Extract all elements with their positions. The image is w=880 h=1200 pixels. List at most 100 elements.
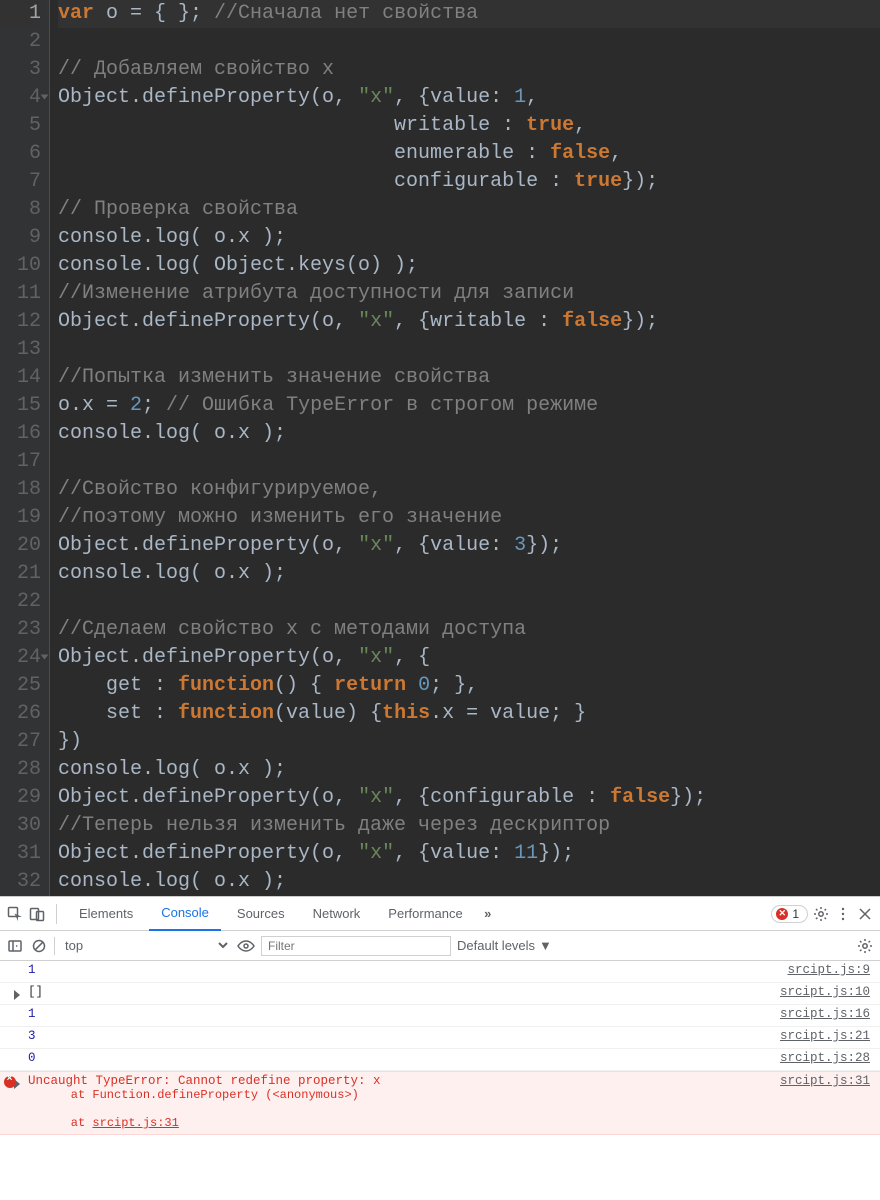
token-kw: var: [58, 2, 94, 25]
line-number: 29: [0, 784, 41, 812]
tab-network[interactable]: Network: [301, 897, 373, 931]
code-line[interactable]: enumerable : false,: [58, 140, 880, 168]
line-number: 15: [0, 392, 41, 420]
code-line[interactable]: //Сделаем свойство x с методами доступа: [58, 616, 880, 644]
code-line[interactable]: //поэтому можно изменить его значение: [58, 504, 880, 532]
device-toolbar-icon[interactable]: [28, 905, 46, 923]
code-area[interactable]: var o = { }; //Сначала нет свойства // До…: [50, 0, 880, 896]
code-line[interactable]: Object.defineProperty(o, "x", {value: 3}…: [58, 532, 880, 560]
line-number: 28: [0, 756, 41, 784]
error-count-badge[interactable]: ✕ 1: [771, 905, 808, 923]
code-line[interactable]: Object.defineProperty(o, "x", {writable …: [58, 308, 880, 336]
line-number: 8: [0, 196, 41, 224]
stack-trace-line: at Function.defineProperty (<anonymous>): [28, 1088, 780, 1102]
line-number: 11: [0, 280, 41, 308]
code-line[interactable]: //Свойство конфигурируемое,: [58, 476, 880, 504]
code-line[interactable]: [58, 28, 880, 56]
code-line[interactable]: writable : true,: [58, 112, 880, 140]
code-line[interactable]: var o = { }; //Сначала нет свойства: [58, 0, 880, 28]
console-log-entry[interactable]: 0srcipt.js:28: [0, 1049, 880, 1071]
code-line[interactable]: //Изменение атрибута доступности для зап…: [58, 280, 880, 308]
token-plain: console.log( o.x );: [58, 226, 286, 249]
code-line[interactable]: set : function(value) {this.x = value; }: [58, 700, 880, 728]
token-plain: set :: [58, 702, 178, 725]
log-levels-dropdown[interactable]: Default levels ▼: [457, 938, 552, 953]
code-line[interactable]: o.x = 2; // Ошибка TypeError в строгом р…: [58, 392, 880, 420]
token-str: "x": [358, 786, 394, 809]
token-this: this: [382, 702, 430, 725]
log-levels-label: Default levels: [457, 938, 535, 953]
console-log-entry[interactable]: []srcipt.js:10: [0, 983, 880, 1005]
chevron-down-icon: ▼: [539, 938, 552, 953]
token-num: 1: [514, 86, 526, 109]
code-line[interactable]: //Теперь нельзя изменить даже через деск…: [58, 812, 880, 840]
line-number: 7: [0, 168, 41, 196]
log-source-link[interactable]: srcipt.js:31: [780, 1074, 870, 1088]
code-line[interactable]: configurable : true});: [58, 168, 880, 196]
code-line[interactable]: // Добавляем свойство x: [58, 56, 880, 84]
code-line[interactable]: console.log( o.x );: [58, 868, 880, 896]
live-expression-eye-icon[interactable]: [237, 937, 255, 955]
line-number: 9: [0, 224, 41, 252]
log-source-link[interactable]: srcipt.js:9: [787, 963, 870, 977]
console-error-entry[interactable]: ×Uncaught TypeError: Cannot redefine pro…: [0, 1071, 880, 1135]
line-number: 27: [0, 728, 41, 756]
token-num: 11: [514, 842, 538, 865]
code-line[interactable]: console.log( o.x );: [58, 224, 880, 252]
token-plain: , {value:: [394, 534, 514, 557]
tab-sources[interactable]: Sources: [225, 897, 297, 931]
console-settings-gear-icon[interactable]: [856, 937, 874, 955]
code-line[interactable]: Object.defineProperty(o, "x", {value: 1,: [58, 84, 880, 112]
log-source-link[interactable]: srcipt.js:16: [780, 1007, 870, 1021]
tab-elements[interactable]: Elements: [67, 897, 145, 931]
code-line[interactable]: Object.defineProperty(o, "x", {configura…: [58, 784, 880, 812]
toggle-sidebar-icon[interactable]: [6, 937, 24, 955]
line-number: 24: [0, 644, 41, 672]
devtools-panel: Elements Console Sources Network Perform…: [0, 896, 880, 1200]
code-line[interactable]: [58, 336, 880, 364]
code-line[interactable]: }): [58, 728, 880, 756]
code-line[interactable]: get : function() { return 0; },: [58, 672, 880, 700]
code-line[interactable]: console.log( Object.keys(o) );: [58, 252, 880, 280]
more-tabs-icon[interactable]: »: [479, 905, 497, 923]
token-str: "x": [358, 86, 394, 109]
log-value: 1: [28, 963, 787, 977]
settings-gear-icon[interactable]: [812, 905, 830, 923]
log-source-link[interactable]: srcipt.js:10: [780, 985, 870, 999]
kebab-menu-icon[interactable]: [834, 905, 852, 923]
log-source-link[interactable]: srcipt.js:21: [780, 1029, 870, 1043]
token-plain: .x = value; }: [430, 702, 586, 725]
filter-input[interactable]: [261, 936, 451, 956]
close-devtools-icon[interactable]: [856, 905, 874, 923]
console-log-entry[interactable]: 3srcipt.js:21: [0, 1027, 880, 1049]
code-editor[interactable]: 1234567891011121314151617181920212223242…: [0, 0, 880, 896]
tab-performance[interactable]: Performance: [376, 897, 474, 931]
tab-console[interactable]: Console: [149, 897, 221, 931]
code-line[interactable]: console.log( o.x );: [58, 756, 880, 784]
console-log-entry[interactable]: 1srcipt.js:9: [0, 961, 880, 983]
console-log-entry[interactable]: 1srcipt.js:16: [0, 1005, 880, 1027]
token-plain: });: [538, 842, 574, 865]
code-line[interactable]: //Попытка изменить значение свойства: [58, 364, 880, 392]
code-line[interactable]: console.log( o.x );: [58, 560, 880, 588]
token-plain: console.log( o.x );: [58, 870, 286, 893]
code-line[interactable]: [58, 588, 880, 616]
code-line[interactable]: [58, 448, 880, 476]
clear-console-icon[interactable]: [30, 937, 48, 955]
token-fnkw: function: [178, 702, 274, 725]
inspect-element-icon[interactable]: [6, 905, 24, 923]
code-line[interactable]: // Проверка свойства: [58, 196, 880, 224]
token-plain: ;: [142, 394, 166, 417]
code-line[interactable]: Object.defineProperty(o, "x", {value: 11…: [58, 840, 880, 868]
context-selector[interactable]: top: [61, 937, 231, 954]
console-log[interactable]: 1srcipt.js:9[]srcipt.js:101srcipt.js:163…: [0, 961, 880, 1200]
token-plain: console.log( Object.keys(o) );: [58, 254, 418, 277]
code-line[interactable]: Object.defineProperty(o, "x", {: [58, 644, 880, 672]
line-number: 30: [0, 812, 41, 840]
token-plain: console.log( o.x );: [58, 422, 286, 445]
tab-label: Elements: [79, 906, 133, 921]
code-line[interactable]: console.log( o.x );: [58, 420, 880, 448]
token-cmt: //Теперь нельзя изменить даже через деск…: [58, 814, 610, 837]
log-source-link[interactable]: srcipt.js:28: [780, 1051, 870, 1065]
token-cmt: //Сделаем свойство x с методами доступа: [58, 618, 526, 641]
